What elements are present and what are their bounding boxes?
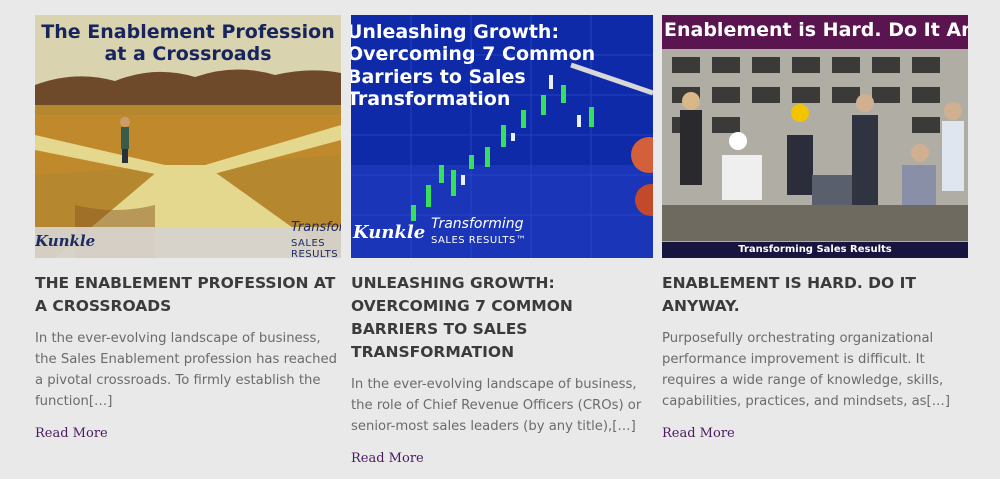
post-excerpt: Purposefully orchestrating organizationa… — [662, 331, 951, 409]
read-more-link[interactable]: Read More — [351, 451, 424, 466]
thumbnail-banner: Transforming Sales Results — [662, 242, 968, 258]
read-more-link[interactable]: Read More — [35, 426, 108, 441]
post-title[interactable]: Unleashing Growth: Overcoming 7 Common B… — [351, 272, 653, 364]
thumbnail-title: Unleashing Growth: Overcoming 7 Common B… — [351, 21, 596, 111]
blog-card-enablement-hard: Enablement is Hard. Do It Anyway. Transf… — [662, 15, 968, 441]
thumbnail-title: The Enablement Profession at a Crossroad… — [41, 21, 335, 66]
brand-subtitle: SALES RESULTS™ — [431, 235, 527, 246]
blog-card-unleashing-growth: Unleashing Growth: Overcoming 7 Common B… — [351, 15, 653, 466]
brand-subtitle: SALES RESULTS — [291, 238, 339, 258]
post-thumbnail[interactable]: The Enablement Profession at a Crossroad… — [35, 15, 341, 258]
post-excerpt: In the ever-evolving landscape of busine… — [351, 377, 642, 434]
post-excerpt: In the ever-evolving landscape of busine… — [35, 331, 337, 409]
construction-team-illustration — [662, 15, 968, 258]
post-title[interactable]: Enablement is Hard. Do It Anyway. — [662, 272, 968, 318]
read-more-link[interactable]: Read More — [662, 426, 735, 441]
post-thumbnail[interactable]: Unleashing Growth: Overcoming 7 Common B… — [351, 15, 653, 258]
brand-tagline: Transforming — [431, 216, 524, 232]
brand-tagline: Transforming — [291, 220, 341, 235]
brand-logo: Kunkle — [35, 232, 96, 250]
post-title[interactable]: The Enablement Profession at a Crossroad… — [35, 272, 341, 318]
brand-logo: Kunkle — [353, 222, 426, 243]
blog-card-enablement-crossroads: The Enablement Profession at a Crossroad… — [35, 15, 341, 441]
post-thumbnail[interactable]: Enablement is Hard. Do It Anyway. Transf… — [662, 15, 968, 258]
thumbnail-title: Enablement is Hard. Do It Anyway. — [664, 19, 968, 41]
